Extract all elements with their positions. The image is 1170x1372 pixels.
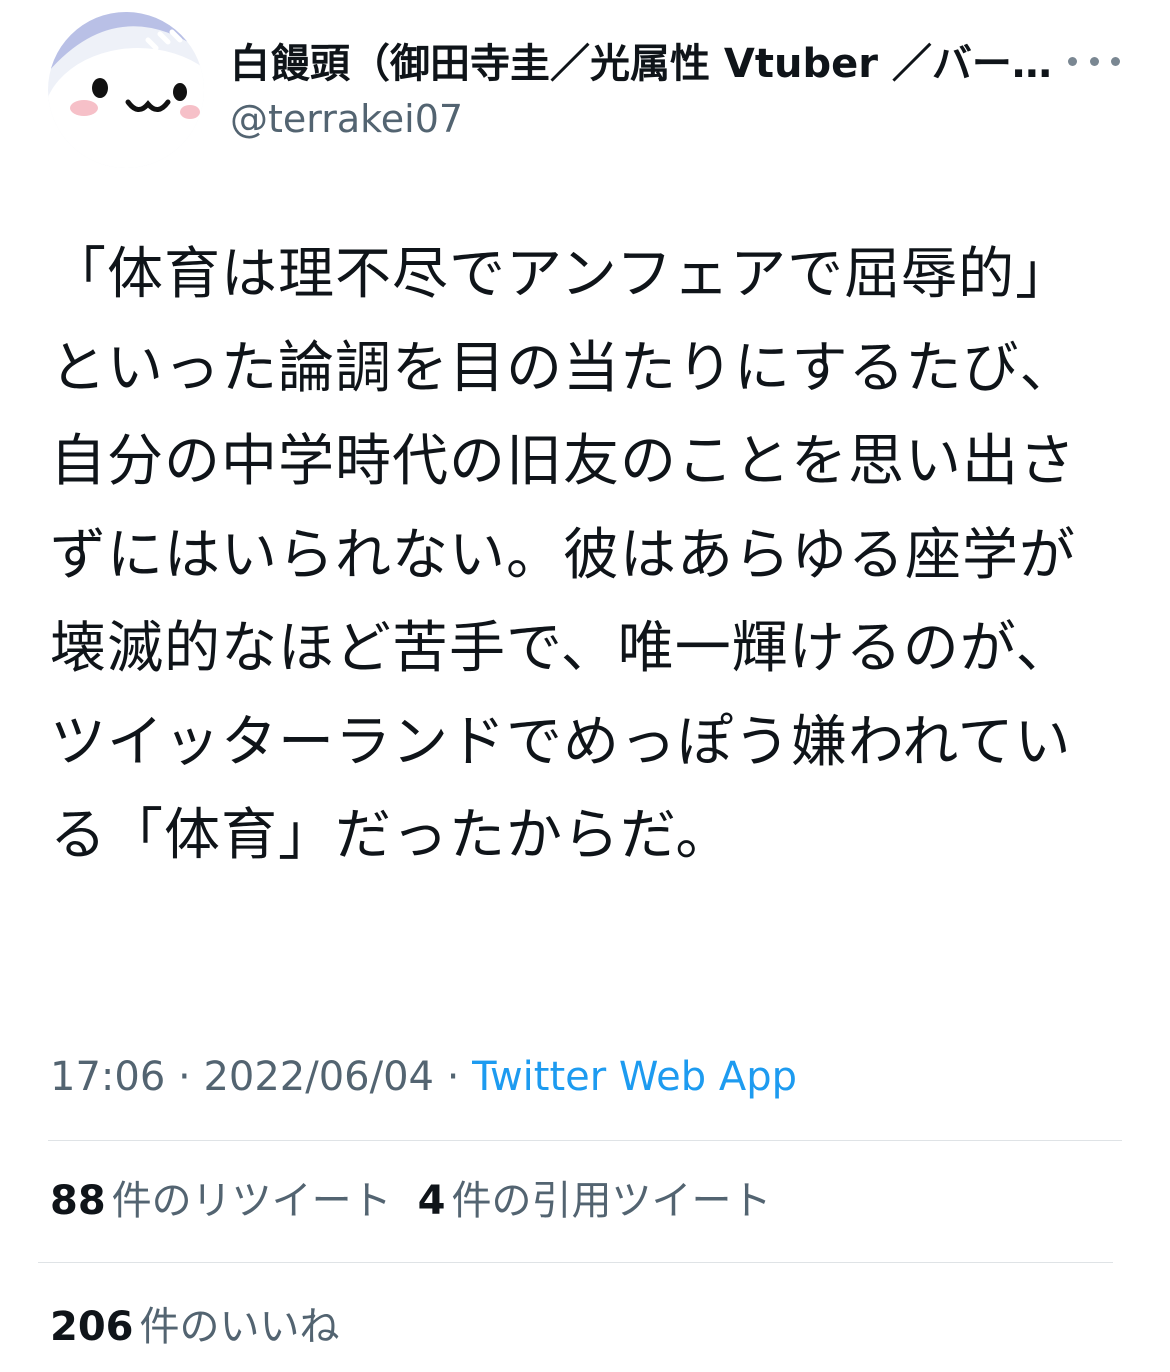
retweets-label: 件のリツイート (111, 1178, 392, 1224)
author-handle[interactable]: @terrakei07 (230, 94, 463, 144)
author-display-name[interactable]: 白饅頭（御田寺圭／光属性 Vtuber ／バー… (230, 38, 1060, 90)
quotes-label: 件の引用ツイート (451, 1178, 772, 1224)
manju-mascot-avatar-icon (48, 12, 204, 168)
dot (1111, 56, 1120, 66)
divider (48, 1140, 1122, 1141)
more-dots-icon[interactable] (1068, 46, 1120, 76)
likes-stat[interactable]: 206 件のいいね (50, 1300, 340, 1354)
meta-separator: · (165, 1054, 204, 1100)
avatar[interactable] (48, 12, 204, 168)
meta-separator: · (433, 1054, 473, 1100)
tweet-source-link[interactable]: Twitter Web App (472, 1054, 797, 1100)
tweet-text: 「体育は理不尽でアンフェアで屈辱的」といった論調を目の当たりにするたび、自分の中… (50, 242, 1077, 868)
likes-count: 206 (50, 1304, 134, 1350)
tweet-time[interactable]: 17:06 (50, 1054, 165, 1100)
engagement-stats: 88 件のリツイート 4 件の引用ツイート (50, 1174, 798, 1228)
dot (1089, 56, 1099, 66)
quotes-stat[interactable]: 4 件の引用ツイート (418, 1174, 772, 1228)
quotes-count: 4 (417, 1178, 446, 1224)
retweets-stat[interactable]: 88 件のリツイート (50, 1174, 392, 1228)
divider (38, 1262, 1113, 1263)
retweets-count: 88 (50, 1178, 106, 1224)
tweet-meta: 17:06 · 2022/06/04 · Twitter Web App (50, 1050, 797, 1104)
dot (1068, 56, 1077, 66)
tweet-date[interactable]: 2022/06/04 (203, 1054, 434, 1100)
likes-stats: 206 件のいいね (50, 1300, 366, 1354)
likes-label: 件のいいね (139, 1304, 340, 1350)
